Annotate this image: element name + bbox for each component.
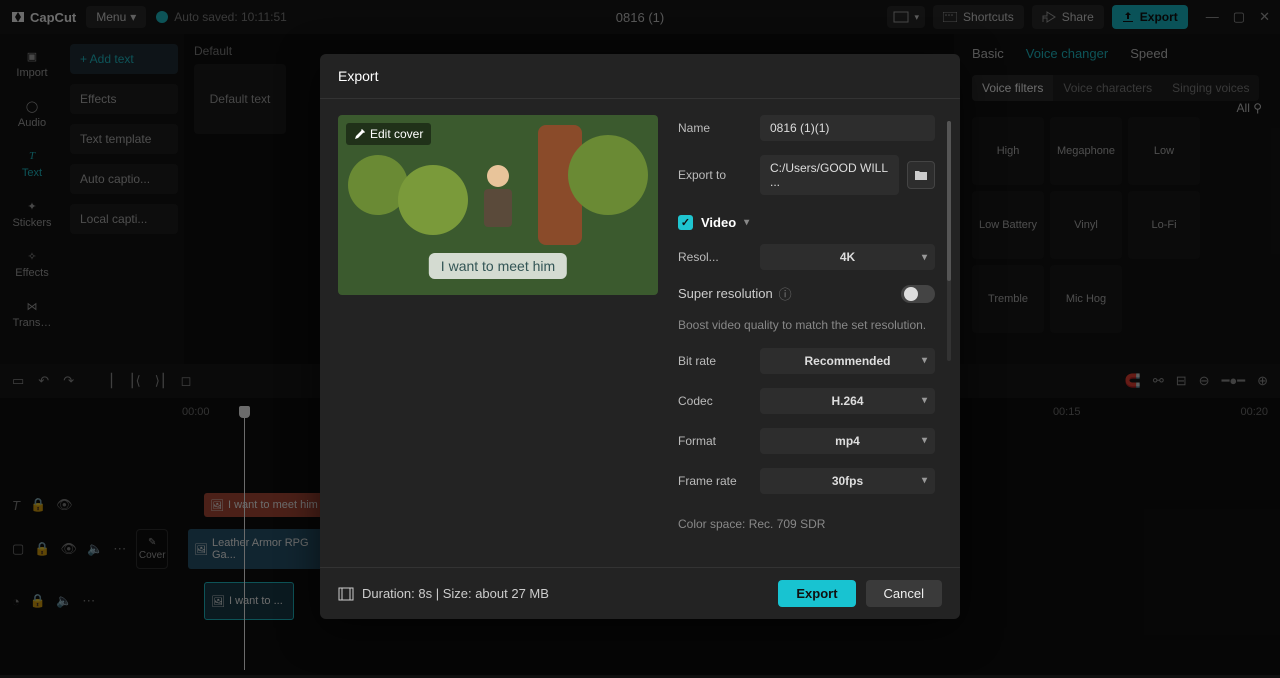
footer-info-text: Duration: 8s | Size: about 27 MB [362, 586, 549, 601]
select-value: 30fps [832, 474, 863, 488]
bitrate-label: Bit rate [678, 354, 752, 368]
export-modal: Export Edit cover I want to meet him [320, 54, 960, 619]
confirm-export-button[interactable]: Export [778, 580, 855, 607]
chevron-down-icon: ▾ [922, 355, 927, 366]
name-label: Name [678, 121, 752, 135]
folder-icon [914, 169, 928, 181]
video-checkbox[interactable]: ✓ [678, 215, 693, 230]
codec-label: Codec [678, 394, 752, 408]
pencil-icon [354, 129, 365, 140]
edit-cover-label: Edit cover [370, 127, 423, 141]
format-select[interactable]: mp4 ▾ [760, 428, 935, 454]
info-icon[interactable]: ⓘ [779, 284, 792, 303]
resolution-row: Resol... 4K ▾ [678, 244, 935, 270]
select-value: mp4 [835, 434, 860, 448]
chevron-down-icon: ▾ [922, 252, 927, 263]
modal-title: Export [320, 54, 960, 99]
colorspace-info: Color space: Rec. 709 SDR [678, 516, 935, 533]
modal-body: Edit cover I want to meet him Name Expor… [320, 99, 960, 567]
framerate-label: Frame rate [678, 474, 752, 488]
resolution-label: Resol... [678, 250, 752, 264]
browse-folder-button[interactable] [907, 161, 935, 189]
cover-column: Edit cover I want to meet him [338, 115, 658, 551]
chevron-down-icon: ▾ [922, 475, 927, 486]
scrollbar[interactable] [947, 121, 951, 361]
select-value: 4K [840, 250, 855, 264]
select-value: H.264 [831, 394, 863, 408]
scrollbar-thumb[interactable] [947, 121, 951, 281]
super-resolution-hint: Boost video quality to match the set res… [678, 317, 935, 334]
chevron-down-icon: ▾ [922, 435, 927, 446]
footer-info: Duration: 8s | Size: about 27 MB [338, 586, 549, 601]
bitrate-select[interactable]: Recommended ▾ [760, 348, 935, 374]
character-illustration [478, 165, 518, 245]
cover-preview: Edit cover I want to meet him [338, 115, 658, 295]
path-row: Export to C:/Users/GOOD WILL ... [678, 155, 935, 195]
export-to-label: Export to [678, 168, 752, 182]
chevron-down-icon: ▾ [744, 217, 749, 228]
preview-subtitle: I want to meet him [429, 253, 567, 279]
cancel-button[interactable]: Cancel [866, 580, 942, 607]
codec-select[interactable]: H.264 ▾ [760, 388, 935, 414]
export-form: Name Export to C:/Users/GOOD WILL ... ✓ … [678, 115, 951, 551]
select-value: Recommended [804, 354, 890, 368]
edit-cover-button[interactable]: Edit cover [346, 123, 431, 145]
export-path: C:/Users/GOOD WILL ... [760, 155, 899, 195]
modal-footer: Duration: 8s | Size: about 27 MB Export … [320, 567, 960, 619]
framerate-row: Frame rate 30fps ▾ [678, 468, 935, 494]
chevron-down-icon: ▾ [922, 395, 927, 406]
super-resolution-label: Super resolution [678, 286, 773, 301]
super-resolution-row: Super resolution ⓘ [678, 284, 935, 303]
name-row: Name [678, 115, 935, 141]
video-section-header[interactable]: ✓ Video ▾ [678, 215, 935, 230]
film-icon [338, 587, 354, 601]
super-resolution-toggle[interactable] [901, 285, 935, 303]
format-row: Format mp4 ▾ [678, 428, 935, 454]
framerate-select[interactable]: 30fps ▾ [760, 468, 935, 494]
resolution-select[interactable]: 4K ▾ [760, 244, 935, 270]
format-label: Format [678, 434, 752, 448]
video-header-label: Video [701, 215, 736, 230]
bitrate-row: Bit rate Recommended ▾ [678, 348, 935, 374]
codec-row: Codec H.264 ▾ [678, 388, 935, 414]
footer-buttons: Export Cancel [778, 580, 942, 607]
name-input[interactable] [760, 115, 935, 141]
